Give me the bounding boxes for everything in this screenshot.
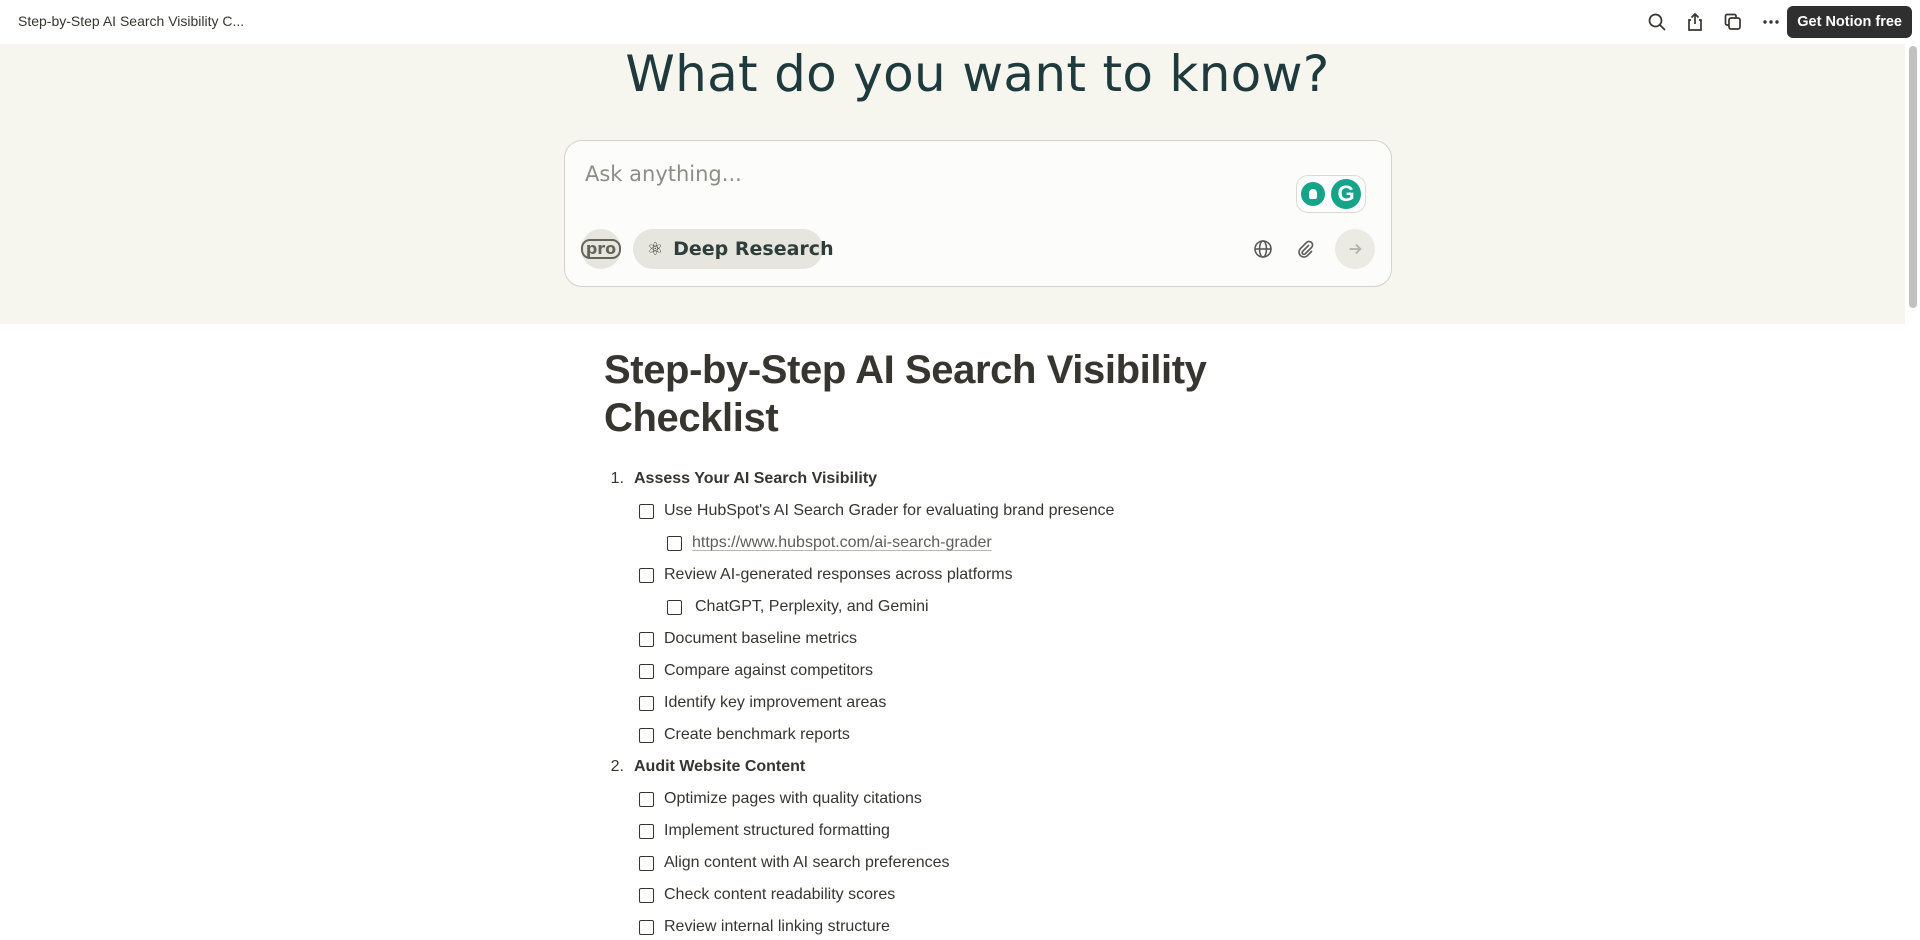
checklist-item: Review internal linking structure [604,911,1324,940]
grammarly-logo-icon[interactable]: G [1331,179,1361,209]
checkbox[interactable] [639,695,654,711]
checklist-item-text[interactable]: Compare against competitors [664,662,873,680]
share-icon[interactable] [1676,0,1714,44]
checklist-item-text[interactable]: Optimize pages with quality citations [664,790,922,808]
get-notion-free-button[interactable]: Get Notion free [1787,6,1912,38]
checklist-item: Create benchmark reports [604,719,1324,751]
checklist-item: Identify key improvement areas [604,687,1324,719]
deep-research-button[interactable]: ⚛ Deep Research [633,229,834,269]
checkbox[interactable] [639,855,654,871]
checkbox[interactable] [639,567,654,583]
ask-input[interactable] [585,159,1185,189]
checkbox[interactable] [667,599,682,615]
checklist-item-text[interactable]: Review AI-generated responses across pla… [664,566,1013,584]
checklist-subitem: ChatGPT, Perplexity, and Gemini [604,591,1324,623]
checklist-item: Implement structured formatting [604,815,1324,847]
arrow-right-icon [1349,243,1362,255]
hubspot-grader-link[interactable]: https://www.hubspot.com/ai-search-grader [692,534,992,552]
section-number: 1. [610,470,624,487]
checklist-subitem: https://www.hubspot.com/ai-search-grader [604,527,1324,559]
checkbox[interactable] [639,791,654,807]
paperclip-icon[interactable] [1290,234,1320,264]
top-bar: Step-by-Step AI Search Visibility C... G… [0,0,1920,44]
atom-icon: ⚛ [647,238,664,259]
checkbox[interactable] [639,887,654,903]
checkbox[interactable] [639,823,654,839]
ask-box: G pro ⚛ Deep Research [564,140,1392,287]
checklist-item: Review AI-generated responses across pla… [604,559,1324,591]
grammarly-widget[interactable]: G [1296,175,1366,213]
checkbox[interactable] [639,663,654,679]
checkbox[interactable] [639,919,654,935]
section-title[interactable]: Audit Website Content [634,758,805,776]
checklist-item: Use HubSpot's AI Search Grader for evalu… [604,495,1324,527]
search-icon[interactable] [1638,0,1676,44]
checklist-item-text[interactable]: Check content readability scores [664,886,895,904]
pro-toggle-button[interactable]: pro [580,229,622,269]
checklist-item-text[interactable]: ChatGPT, Perplexity, and Gemini [695,598,929,616]
checklist-item: Align content with AI search preferences [604,847,1324,879]
page-breadcrumb[interactable]: Step-by-Step AI Search Visibility C... [18,13,244,29]
checkbox[interactable] [667,535,682,551]
section-heading: 2. Audit Website Content [604,751,1324,783]
checklist-item-text[interactable]: Implement structured formatting [664,822,890,840]
checklist-item-text[interactable]: Use HubSpot's AI Search Grader for evalu… [664,502,1114,520]
checkbox[interactable] [639,631,654,647]
scrollbar[interactable] [1905,44,1920,940]
checklist-item-text[interactable]: Review internal linking structure [664,918,890,936]
scrollbar-thumb[interactable] [1909,46,1917,308]
checklist-item: Check content readability scores [604,879,1324,911]
globe-icon[interactable] [1248,234,1278,264]
submit-button[interactable] [1335,229,1375,269]
checklist-item-text[interactable]: Document baseline metrics [664,630,857,648]
checklist-item-text[interactable]: Align content with AI search preferences [664,854,950,872]
section-number: 2. [610,758,624,775]
checkbox[interactable] [639,727,654,743]
checkbox[interactable] [639,503,654,519]
page-content: Step-by-Step AI Search Visibility Checkl… [604,346,1324,940]
top-actions [1638,0,1790,44]
search-headline: What do you want to know? [625,45,1330,103]
duplicate-icon[interactable] [1714,0,1752,44]
section-heading: 1. Assess Your AI Search Visibility [604,463,1324,495]
more-icon[interactable] [1752,0,1790,44]
grammarly-bulb-icon[interactable] [1301,182,1325,206]
checklist-item: Optimize pages with quality citations [604,783,1324,815]
deep-research-label: Deep Research [673,238,834,260]
checklist-item-text[interactable]: Identify key improvement areas [664,694,886,712]
checklist-item: Document baseline metrics [604,623,1324,655]
checklist-item-text[interactable]: Create benchmark reports [664,726,850,744]
section-title[interactable]: Assess Your AI Search Visibility [634,470,877,488]
pro-label: pro [580,239,622,259]
checklist-item: Compare against competitors [604,655,1324,687]
page-title[interactable]: Step-by-Step AI Search Visibility Checkl… [604,346,1324,442]
search-embed: What do you want to know? G pro ⚛ Deep R… [0,44,1905,324]
checklist: 1. Assess Your AI Search Visibility Use … [604,463,1324,940]
